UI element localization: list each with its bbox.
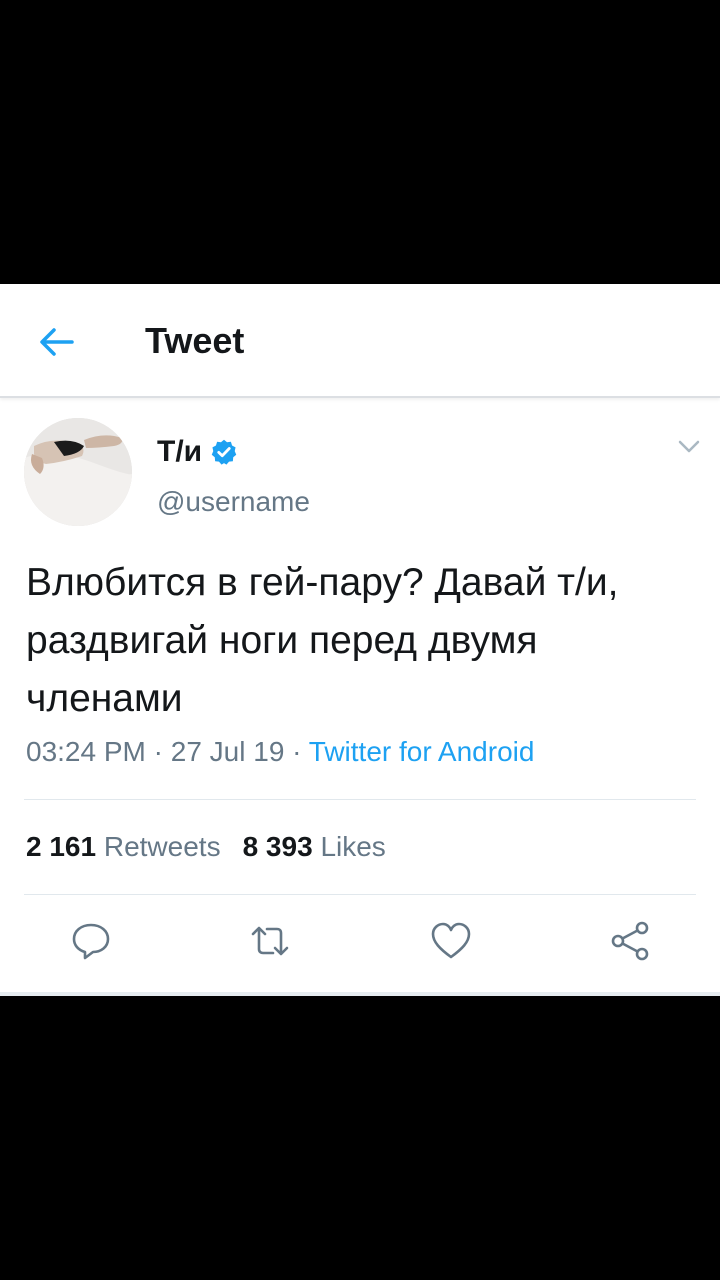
tweet-source-link[interactable]: Twitter for Android bbox=[309, 736, 535, 767]
retweets-label: Retweets bbox=[103, 831, 221, 862]
retweets-stat[interactable]: 2 161 Retweets bbox=[26, 831, 221, 862]
reply-button[interactable] bbox=[70, 921, 112, 961]
retweet-button[interactable] bbox=[249, 921, 291, 961]
likes-label: Likes bbox=[320, 831, 386, 862]
arrow-left-icon bbox=[40, 328, 74, 356]
tweet-time: 03:24 PM bbox=[26, 736, 146, 767]
user-handle[interactable]: @username bbox=[157, 486, 310, 518]
meta-separator: · bbox=[292, 736, 302, 767]
like-button[interactable] bbox=[430, 921, 472, 961]
likes-count: 8 393 bbox=[242, 831, 313, 862]
tweet-date: 27 Jul 19 bbox=[170, 736, 285, 767]
page-title: Tweet bbox=[145, 320, 245, 361]
engagement-stats: 2 161 Retweets 8 393 Likes bbox=[26, 831, 386, 863]
retweets-count: 2 161 bbox=[26, 831, 97, 862]
reply-icon bbox=[72, 923, 110, 960]
back-button[interactable] bbox=[36, 324, 76, 360]
tweet-detail-screen: Tweet Т/и @username Влюбится в гей-пару?… bbox=[0, 284, 720, 996]
verified-badge-icon bbox=[211, 439, 237, 465]
like-icon bbox=[431, 922, 471, 959]
share-button[interactable] bbox=[609, 921, 651, 961]
divider bbox=[0, 992, 720, 996]
chevron-down-icon[interactable] bbox=[678, 440, 700, 454]
divider bbox=[24, 799, 696, 800]
avatar[interactable] bbox=[24, 418, 132, 526]
divider bbox=[24, 894, 696, 895]
retweet-icon bbox=[251, 926, 289, 956]
author-name-row[interactable]: Т/и bbox=[157, 434, 238, 470]
tweet-meta: 03:24 PM · 27 Jul 19 · Twitter for Andro… bbox=[26, 736, 534, 768]
top-app-bar: Tweet bbox=[0, 284, 720, 398]
meta-separator: · bbox=[153, 736, 163, 767]
likes-stat[interactable]: 8 393 Likes bbox=[243, 831, 386, 862]
share-icon bbox=[611, 921, 649, 961]
avatar-image bbox=[24, 418, 132, 526]
display-name: Т/и bbox=[157, 435, 203, 468]
tweet-text: Влюбится в гей-пару? Давай т/и, раздвига… bbox=[26, 561, 619, 720]
